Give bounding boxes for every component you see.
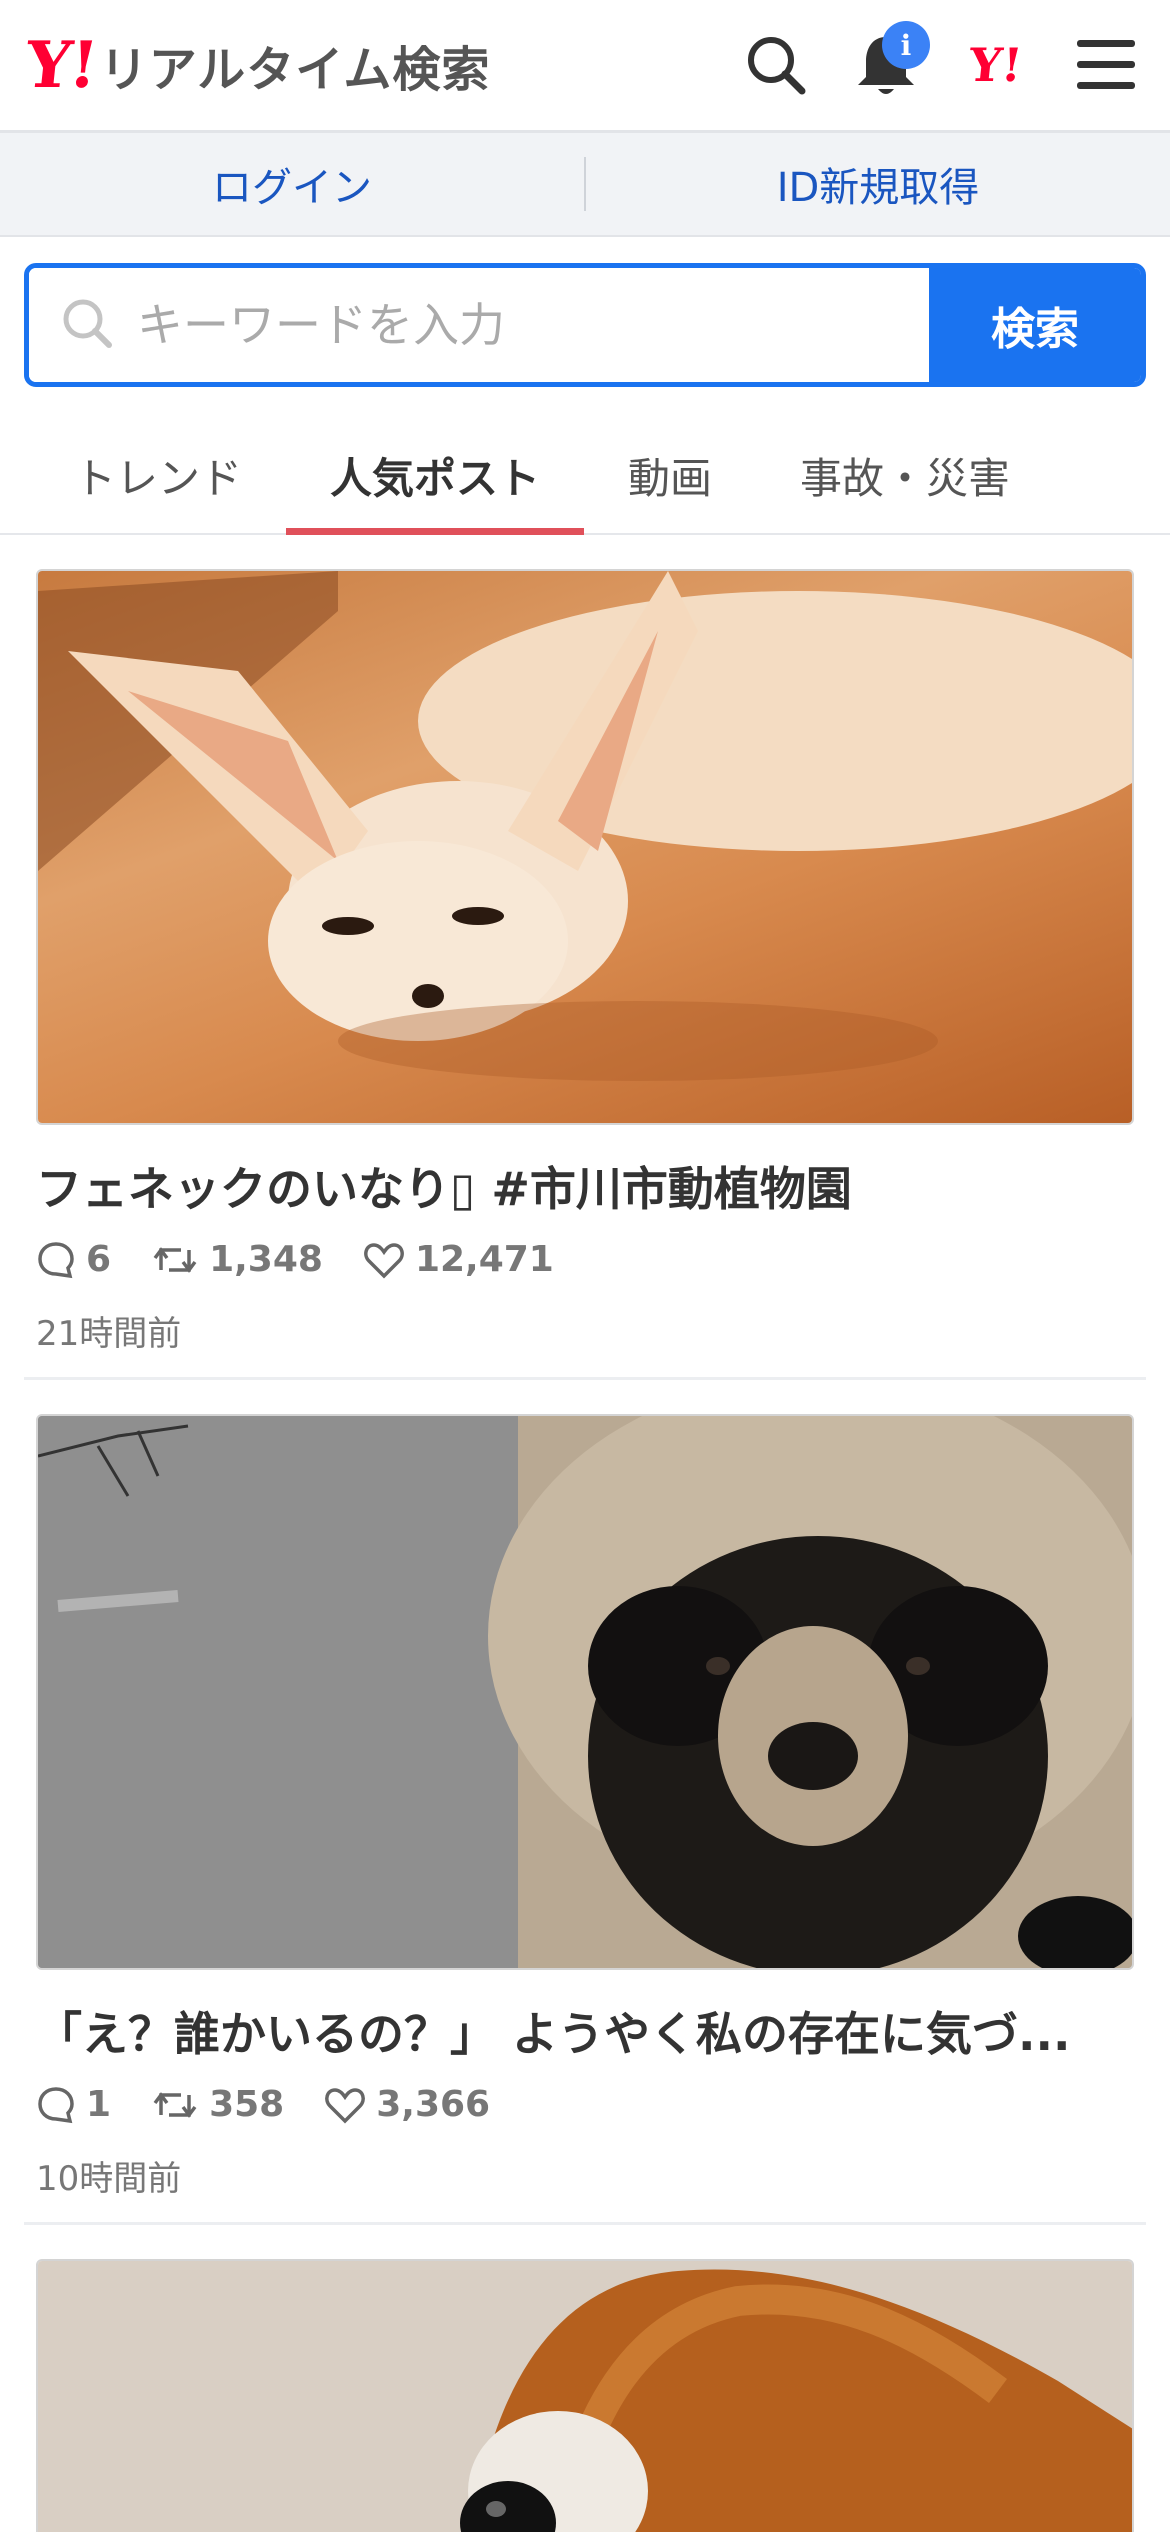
tab-accident-disaster[interactable]: 事故・災害: [756, 417, 1054, 533]
repost-count[interactable]: 358: [151, 2084, 284, 2125]
tab-popular-posts[interactable]: 人気ポスト: [286, 417, 585, 535]
reply-count-value: 6: [86, 1239, 112, 1280]
app-header: Y! リアルタイム検索 i Y!: [0, 0, 1170, 133]
repost-count[interactable]: 1,348: [151, 1239, 323, 1280]
tab-video[interactable]: 動画: [584, 417, 756, 533]
post-time: 21時間前: [36, 1314, 182, 1354]
heart-icon: [325, 2087, 366, 2123]
post-image[interactable]: [36, 569, 1134, 1125]
fennec-fox-illustration: [38, 571, 1132, 1081]
reply-count[interactable]: 6: [36, 1239, 111, 1280]
category-tabs: トレンド 人気ポスト 動画 事故・災害: [0, 417, 1170, 535]
post-stats: 6 1,348 12,471: [36, 1239, 1134, 1280]
yahoo-home-link[interactable]: Y!: [958, 27, 1034, 103]
yahoo-logo-mark: Y!: [22, 27, 100, 103]
like-count-value: 3,366: [376, 2084, 491, 2125]
bell-icon[interactable]: i: [848, 21, 930, 103]
repost-icon: [153, 1246, 197, 1273]
repost-count-value: 358: [209, 2084, 285, 2125]
login-bar: ログイン ID新規取得: [0, 133, 1170, 237]
post-card[interactable]: フェネックのいなり▯ #市川市動植物園 6 1,348 12,471 21時間前: [24, 569, 1146, 1380]
search-bar: 検索: [24, 263, 1146, 387]
yahoo-realtime-logo[interactable]: Y! リアルタイム検索: [22, 28, 491, 103]
post-time: 10時間前: [36, 2159, 182, 2199]
search-input[interactable]: [137, 298, 929, 352]
reply-count-value: 1: [86, 2084, 112, 2125]
post-card[interactable]: 「え？誰かいるの？」 ようやく私の存在に気づ... 1 358 3,366 10…: [24, 1414, 1146, 2225]
like-count-value: 12,471: [414, 1239, 554, 1280]
raccoon-dog-illustration: [38, 1416, 1132, 1968]
login-link[interactable]: ログイン: [0, 155, 584, 213]
post-image[interactable]: [36, 1414, 1134, 1970]
post-title[interactable]: フェネックのいなり▯ #市川市動植物園: [36, 1153, 1134, 1219]
reply-count[interactable]: 1: [36, 2084, 111, 2125]
tab-trend[interactable]: トレンド: [30, 417, 286, 533]
like-count[interactable]: 12,471: [363, 1239, 554, 1280]
heart-icon: [364, 1242, 404, 1278]
post-image[interactable]: [36, 2259, 1134, 2532]
post-card[interactable]: [24, 2259, 1146, 2532]
post-stats: 1 358 3,366: [36, 2084, 1134, 2125]
search-field-icon: [59, 295, 115, 355]
search-button[interactable]: 検索: [929, 268, 1141, 382]
post-title[interactable]: 「え？誰かいるの？」 ようやく私の存在に気づ...: [36, 1998, 1134, 2064]
notification-badge: i: [882, 21, 930, 69]
repost-count-value: 1,348: [209, 1239, 323, 1280]
yahoo-mini-logo: Y!: [966, 38, 1026, 92]
post-feed: フェネックのいなり▯ #市川市動植物園 6 1,348 12,471 21時間前…: [0, 535, 1170, 2532]
register-link[interactable]: ID新規取得: [586, 155, 1170, 213]
search-icon[interactable]: [738, 27, 814, 103]
reply-icon: [38, 2086, 74, 2123]
logo-text: リアルタイム検索: [99, 42, 491, 98]
cream-bread-illustration: [460, 2269, 1132, 2532]
menu-icon[interactable]: [1068, 27, 1144, 103]
like-count[interactable]: 3,366: [324, 2084, 490, 2125]
repost-icon: [153, 2091, 197, 2118]
reply-icon: [38, 1241, 74, 1278]
